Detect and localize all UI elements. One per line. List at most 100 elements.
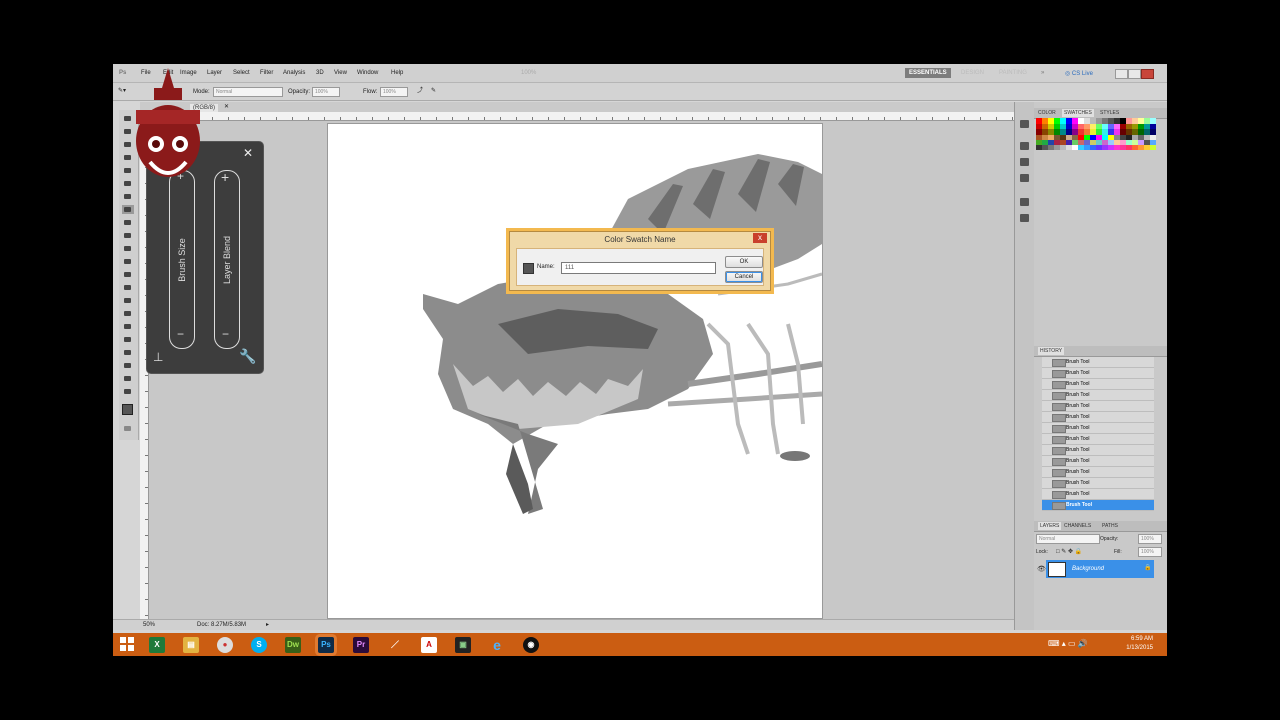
history-item[interactable]: Brush Tool xyxy=(1042,434,1154,445)
brush-presets-icon[interactable] xyxy=(1020,174,1029,182)
ok-button[interactable]: OK xyxy=(725,256,763,268)
history-item[interactable]: Brush Tool xyxy=(1042,357,1154,368)
eye-visibility-icon[interactable]: 👁 xyxy=(1037,565,1046,573)
document-tab-close-icon[interactable]: ✕ xyxy=(224,104,229,110)
history-item-selected[interactable]: Brush Tool xyxy=(1042,500,1154,511)
history-brush-tool-icon[interactable] xyxy=(122,231,134,240)
lock-icons[interactable]: □ ✎ ✥ 🔒 xyxy=(1056,549,1082,555)
opacity-input[interactable]: 100% xyxy=(312,87,340,97)
tab-layers[interactable]: LAYERS xyxy=(1038,522,1062,530)
tab-paths[interactable]: PATHS xyxy=(1102,523,1118,529)
menu-analysis[interactable]: Analysis xyxy=(283,70,305,76)
workspace-design-button[interactable]: DESIGN xyxy=(957,68,988,78)
wrench-icon[interactable]: 🔧 xyxy=(239,348,256,365)
file-explorer-icon[interactable]: ▤ xyxy=(183,637,199,653)
zoom-level-menu[interactable]: 100% xyxy=(521,70,536,76)
shape-tool-icon[interactable] xyxy=(122,335,134,344)
flow-input[interactable]: 100% xyxy=(380,87,408,97)
maximize-button[interactable] xyxy=(1128,69,1141,79)
start-button[interactable] xyxy=(119,637,135,653)
history-item[interactable]: Brush Tool xyxy=(1042,412,1154,423)
blur-tool-icon[interactable] xyxy=(122,270,134,279)
panel-close-icon[interactable]: ✕ xyxy=(243,146,253,160)
cs-live-button[interactable]: ◎ CS Live xyxy=(1065,70,1093,77)
pen-tool-icon[interactable] xyxy=(122,296,134,305)
paragraph-icon[interactable] xyxy=(1020,214,1029,222)
close-window-button[interactable] xyxy=(1141,69,1154,79)
tab-swatches[interactable]: SWATCHES xyxy=(1062,109,1094,117)
pen-app-icon[interactable]: ／ xyxy=(387,637,403,653)
3d-orbit-tool-icon[interactable] xyxy=(122,361,134,370)
tablet-pressure-icon[interactable]: ✎ xyxy=(431,88,436,94)
premiere-icon[interactable]: Pr xyxy=(353,637,369,653)
airbrush-icon[interactable]: ⤴ xyxy=(417,88,423,94)
excel-icon[interactable]: X xyxy=(149,637,165,653)
history-item[interactable]: Brush Tool xyxy=(1042,368,1154,379)
cancel-button[interactable]: Cancel xyxy=(725,271,763,283)
history-item[interactable]: Brush Tool xyxy=(1042,445,1154,456)
stamp-tool-icon[interactable] xyxy=(122,218,134,227)
menu-layer[interactable]: Layer xyxy=(207,70,222,76)
tab-color[interactable]: COLOR xyxy=(1038,110,1056,116)
history-item[interactable]: Brush Tool xyxy=(1042,401,1154,412)
layer-blend-mode-select[interactable]: Normal xyxy=(1036,534,1100,544)
history-item[interactable]: Brush Tool xyxy=(1042,423,1154,434)
swatch-name-input[interactable]: 111 xyxy=(561,262,716,274)
mode-select[interactable]: Normal xyxy=(213,87,283,97)
tab-styles[interactable]: STYLES xyxy=(1100,110,1119,116)
swatch-grid[interactable] xyxy=(1036,118,1156,162)
clock-date[interactable]: 1/13/2015 xyxy=(1113,645,1153,651)
brush-tool-icon[interactable] xyxy=(122,205,134,214)
layer-blend-minus-icon[interactable]: − xyxy=(222,327,229,341)
quick-mask-icon[interactable] xyxy=(122,424,134,433)
history-item[interactable]: Brush Tool xyxy=(1042,478,1154,489)
pin-icon[interactable]: ⊥ xyxy=(153,350,163,364)
brush-size-slider[interactable]: + Brush Size − xyxy=(169,169,195,349)
history-item[interactable]: Brush Tool xyxy=(1042,489,1154,500)
layer-blend-slider[interactable]: + Layer Blend − xyxy=(214,169,240,349)
menu-filter[interactable]: Filter xyxy=(260,70,273,76)
history-item[interactable]: Brush Tool xyxy=(1042,379,1154,390)
acrobat-icon[interactable]: A xyxy=(421,637,437,653)
chrome-icon[interactable]: ● xyxy=(217,637,233,653)
menu-3d[interactable]: 3D xyxy=(316,70,324,76)
workspace-painting-button[interactable]: PAINTING xyxy=(995,68,1031,78)
layer-blend-plus-icon[interactable]: + xyxy=(221,169,229,185)
path-select-tool-icon[interactable] xyxy=(122,322,134,331)
layer-row-background[interactable]: 👁 Background 🔒 xyxy=(1037,560,1154,578)
3d-rotate-tool-icon[interactable] xyxy=(122,348,134,357)
history-item[interactable]: Brush Tool xyxy=(1042,456,1154,467)
canvas[interactable] xyxy=(328,124,823,618)
minimize-button[interactable] xyxy=(1115,69,1128,79)
dreamweaver-icon[interactable]: Dw xyxy=(285,637,301,653)
clock-time[interactable]: 6:59 AM xyxy=(1113,636,1153,642)
tray-icons[interactable]: ⌨ ▴ ▭ 🔊 xyxy=(1048,639,1088,648)
history-item[interactable]: Brush Tool xyxy=(1042,467,1154,478)
fill-input[interactable]: 100% xyxy=(1138,547,1162,557)
status-menu-arrow-icon[interactable]: ▸ xyxy=(266,622,269,628)
menu-help[interactable]: Help xyxy=(391,70,403,76)
brush-preset-icon[interactable]: ✎▾ xyxy=(118,88,126,94)
zoom-readout[interactable]: 50% xyxy=(143,622,155,628)
history-dock-icon[interactable] xyxy=(1020,142,1029,150)
mini-bridge-icon[interactable] xyxy=(1020,120,1029,128)
brush-size-minus-icon[interactable]: − xyxy=(177,327,184,341)
type-tool-icon[interactable] xyxy=(122,309,134,318)
obs-icon[interactable]: ◉ xyxy=(523,637,539,653)
tool-presets-icon[interactable] xyxy=(1020,158,1029,166)
layer-opacity-input[interactable]: 100% xyxy=(1138,534,1162,544)
more-workspaces-button[interactable]: » xyxy=(1037,68,1048,78)
workspace-essentials-button[interactable]: ESSENTIALS xyxy=(905,68,951,78)
history-item[interactable]: Brush Tool xyxy=(1042,390,1154,401)
menu-window[interactable]: Window xyxy=(357,70,378,76)
tab-history[interactable]: HISTORY xyxy=(1038,347,1065,355)
eraser-tool-icon[interactable] xyxy=(122,244,134,253)
character-icon[interactable] xyxy=(1020,198,1029,206)
tab-channels[interactable]: CHANNELS xyxy=(1064,523,1091,529)
gradient-tool-icon[interactable] xyxy=(122,257,134,266)
hand-tool-icon[interactable] xyxy=(122,374,134,383)
dialog-close-button[interactable]: x xyxy=(753,233,767,243)
foreground-color-swatch[interactable] xyxy=(122,404,133,415)
zoom-tool-icon[interactable] xyxy=(122,387,134,396)
skype-icon[interactable]: S xyxy=(251,637,267,653)
